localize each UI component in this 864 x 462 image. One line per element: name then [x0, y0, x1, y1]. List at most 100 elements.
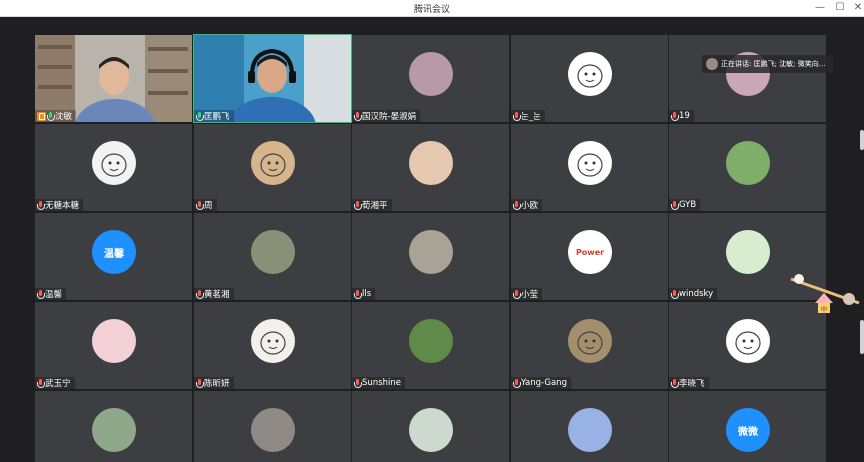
participant-name-bar: 小莹: [511, 288, 543, 300]
meeting-stage: 沈敏 匡鹏飞 国汉院-晏淑娟 눈_눈 19 无糖本糖周荀湘平 小欧 GYB 温馨 温馨 黄茗湘 lls…: [0, 17, 864, 462]
participant-tile[interactable]: 小欧: [511, 124, 668, 211]
cartoon-girl-icon: [92, 141, 136, 185]
participant-name-bar: 国汉院-晏淑娟: [352, 110, 421, 122]
maximize-icon[interactable]: ☐: [832, 1, 848, 15]
mic-muted-icon: [37, 289, 45, 299]
participant-tile[interactable]: 微微李微微: [669, 391, 826, 462]
mic-muted-icon: [354, 289, 362, 299]
participant-tile[interactable]: 武玉宁: [35, 302, 192, 389]
sketch-face-icon: [568, 141, 612, 185]
participant-tile[interactable]: 无糖本糖: [35, 124, 192, 211]
participant-tile[interactable]: Yang-Gang: [511, 302, 668, 389]
participant-tile[interactable]: 黄茗湘: [194, 213, 351, 300]
participant-tile[interactable]: 温馨 温馨: [35, 213, 192, 300]
hedgehog-icon: [568, 319, 612, 363]
mic-muted-icon: [196, 378, 204, 388]
avatar-text: 温馨: [104, 248, 124, 260]
participant-name-bar: Sunshine: [352, 377, 405, 389]
mic-muted-icon: [354, 200, 362, 210]
avatar: [409, 141, 453, 185]
participant-name-bar: windsky: [669, 288, 718, 300]
avatar: [92, 408, 136, 452]
scroll-handle[interactable]: [860, 320, 864, 354]
avatar: [409, 52, 453, 96]
participant-tile[interactable]: GYB: [669, 124, 826, 211]
participant-name: 小欧: [521, 201, 539, 211]
participant-name: 温馨: [45, 290, 63, 300]
participant-name: 国汉院-晏淑娟: [362, 112, 417, 122]
participant-name-bar: 눈_눈: [511, 110, 545, 122]
participant-tile[interactable]: 陈昕妍: [194, 302, 351, 389]
mic-muted-icon: [354, 378, 362, 388]
mic-muted-icon: [671, 289, 679, 299]
participant-name-bar: Yang-Gang: [511, 377, 571, 389]
mic-muted-icon: [196, 289, 204, 299]
participant-name: 19: [679, 111, 690, 121]
participant-tile[interactable]: lls: [352, 213, 509, 300]
participant-tile[interactable]: 沈敏: [35, 35, 192, 122]
participant-name-bar: 19: [669, 110, 694, 122]
avatar-text: 微微: [738, 426, 758, 438]
mic-muted-icon: [513, 378, 521, 388]
avatar: [726, 230, 770, 274]
participant-name-bar: 陈昕妍: [194, 377, 234, 389]
participant-grid: 沈敏 匡鹏飞 国汉院-晏淑娟 눈_눈 19 无糖本糖周荀湘平 小欧 GYB 温馨 温馨 黄茗湘 lls…: [35, 34, 829, 462]
mic-muted-icon: [513, 111, 521, 121]
mic-icon: [196, 111, 204, 121]
mic-muted-icon: [354, 111, 362, 121]
avatar: [409, 408, 453, 452]
seesaw-sticker-icon: 中: [790, 274, 860, 314]
participant-tile[interactable]: 匡鹏飞: [193, 34, 352, 123]
participant-tile[interactable]: Sunshine: [352, 302, 509, 389]
participant-tile[interactable]: 21对外汉语梁卓: [35, 391, 192, 462]
participant-name: 小莹: [521, 290, 539, 300]
participant-tile[interactable]: 国汉院-晏淑娟: [352, 35, 509, 122]
host-icon: [37, 111, 46, 121]
participant-name-bar: 匡鹏飞: [194, 110, 234, 122]
minimize-icon[interactable]: —: [812, 1, 828, 15]
participant-name: windsky: [679, 289, 714, 299]
participant-name-bar: 无糖本糖: [35, 199, 84, 211]
participant-name-bar: lls: [352, 288, 376, 300]
participant-tile[interactable]: 눈_눈: [511, 35, 668, 122]
participant-name-bar: 小欧: [511, 199, 543, 211]
character-icon: [726, 319, 770, 363]
speaker-avatar: [706, 58, 718, 70]
avatar: [409, 319, 453, 363]
avatar: Power: [568, 230, 612, 274]
mic-muted-icon: [37, 200, 45, 210]
side-panel-handle[interactable]: [860, 130, 864, 150]
bear-icon: [251, 141, 295, 185]
avatar: 温馨: [92, 230, 136, 274]
participant-name: Sunshine: [362, 378, 401, 388]
participant-tile[interactable]: 高明: [511, 391, 668, 462]
participant-tile[interactable]: 荀湘平: [352, 124, 509, 211]
avatar: [92, 319, 136, 363]
mic-muted-icon: [671, 111, 679, 121]
participant-name: GYB: [679, 200, 697, 210]
mic-muted-icon: [671, 378, 679, 388]
participant-name: 李晓飞: [679, 379, 705, 389]
participant-name: 匡鹏飞: [204, 112, 230, 122]
participant-name: 沈敏: [55, 112, 73, 122]
participant-name: 黄茗湘: [204, 290, 230, 300]
close-icon[interactable]: ✕: [850, 1, 864, 15]
participant-name: 荀湘平: [362, 201, 388, 211]
participant-name-bar: 武玉宁: [35, 377, 75, 389]
participant-tile[interactable]: 19: [669, 35, 826, 122]
avatar: [409, 230, 453, 274]
mic-muted-icon: [196, 200, 204, 210]
participant-tile[interactable]: 周: [194, 124, 351, 211]
participant-name: 无糖本糖: [45, 201, 80, 211]
participant-tile[interactable]: 陈嘉琪: [352, 391, 509, 462]
title-bar: 腾讯会议 — ☐ ✕: [0, 0, 864, 17]
avatar: 微微: [726, 408, 770, 452]
mic-muted-icon: [671, 200, 679, 210]
video-feed: [35, 35, 192, 122]
participant-tile[interactable]: 李妙颖: [194, 391, 351, 462]
participant-name-bar: 李晓飞: [669, 377, 709, 389]
mic-icon: [47, 111, 55, 121]
participant-tile[interactable]: Power 小莹: [511, 213, 668, 300]
avatar: [568, 408, 612, 452]
participant-name: 武玉宁: [45, 379, 71, 389]
